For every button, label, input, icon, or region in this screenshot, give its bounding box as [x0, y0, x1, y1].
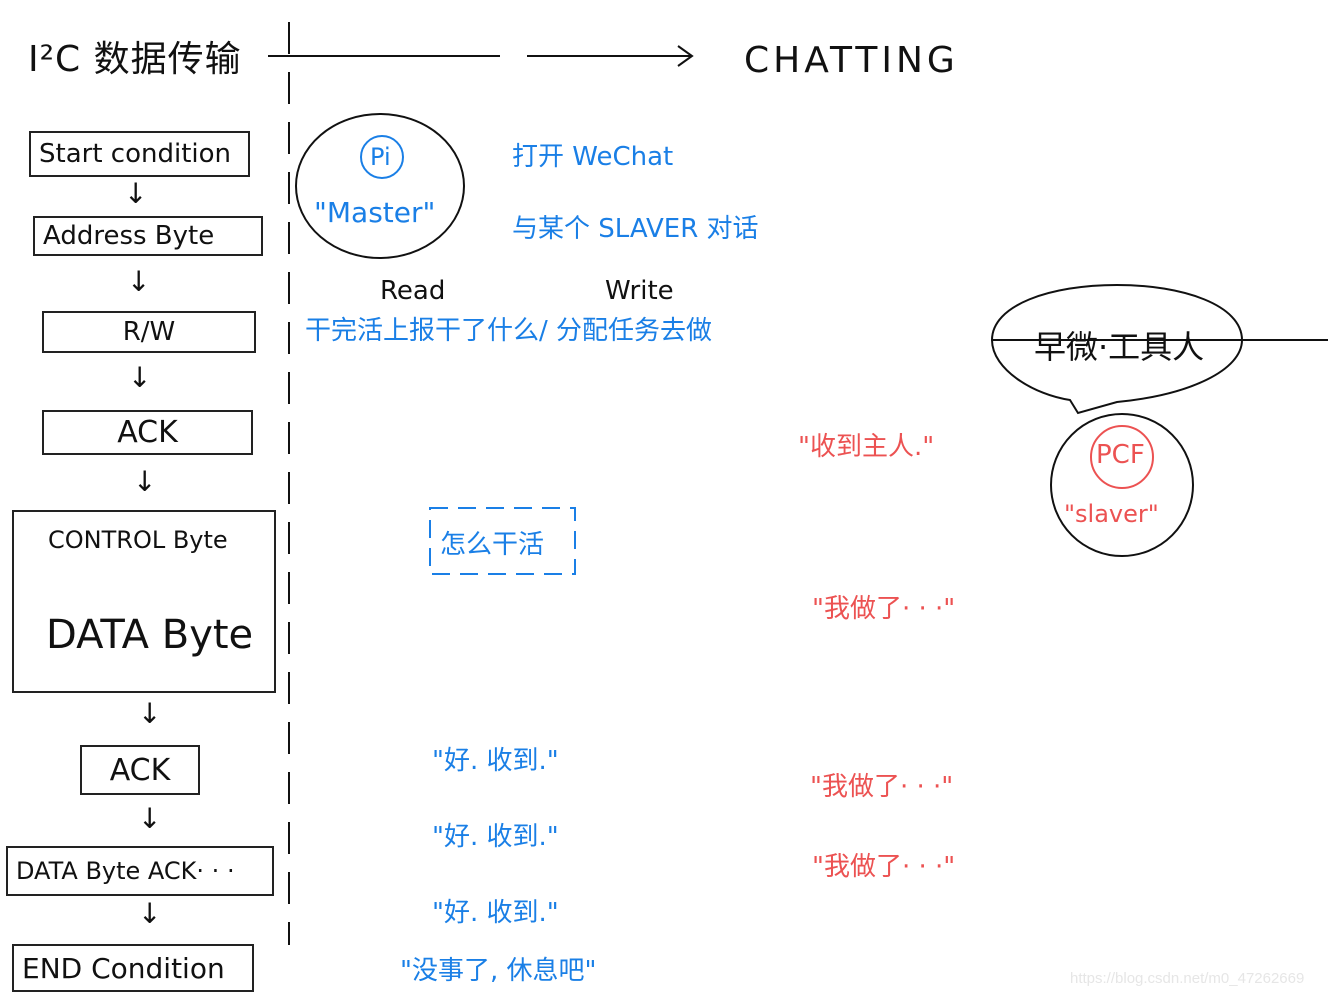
flow-step-ack-2: ACK: [80, 745, 200, 795]
down-arrow-icon: ↓: [138, 697, 162, 730]
slave-did-3: "我做了· · ·": [812, 852, 956, 882]
master-end: "没事了, 休息吧": [400, 956, 597, 986]
flow-step-start: Start condition: [29, 131, 250, 177]
down-arrow-icon: ↓: [128, 361, 152, 394]
down-arrow-icon: ↓: [124, 177, 148, 210]
rw-description: 干完活上报干了什么/ 分配任务去做: [305, 316, 713, 346]
master-ack-3: "好. 收到.": [432, 898, 559, 928]
pi-badge: Pi: [370, 143, 391, 171]
slave-did-2: "我做了· · ·": [810, 772, 954, 802]
flow-step-label: Address Byte: [43, 221, 215, 251]
chatting-title: CHATTING: [744, 40, 959, 81]
write-label: Write: [605, 276, 674, 306]
page-title: I²C 数据传输: [28, 39, 242, 80]
master-role: "Master": [314, 196, 436, 229]
slave-speech-text: 早微·工具人: [1034, 328, 1205, 366]
flow-step-data-ack-repeat: DATA Byte ACK· · ·: [6, 846, 274, 896]
slave-greeting: "收到主人.": [798, 432, 935, 462]
slave-did-1: "我做了· · ·": [812, 594, 956, 624]
master-ack-1: "好. 收到.": [432, 746, 559, 776]
down-arrow-icon: ↓: [133, 465, 157, 498]
flow-step-label: DATA Byte ACK· · ·: [16, 857, 235, 885]
control-byte-label: CONTROL Byte: [48, 526, 228, 554]
flow-step-ack: ACK: [42, 410, 253, 455]
data-byte-label: DATA Byte: [46, 612, 254, 658]
flow-step-label: Start condition: [39, 139, 231, 169]
slave-role: "slaver": [1064, 500, 1159, 528]
flow-step-label: ACK: [109, 752, 171, 788]
flow-step-rw: R/W: [42, 311, 256, 353]
down-arrow-icon: ↓: [127, 265, 151, 298]
watermark: https://blog.csdn.net/m0_47262669: [1070, 970, 1305, 987]
master-line-open-wechat: 打开 WeChat: [512, 142, 674, 172]
flow-step-end: END Condition: [12, 944, 254, 992]
flow-step-address-byte: Address Byte: [33, 216, 263, 256]
flow-step-label: R/W: [122, 317, 176, 347]
master-howto: 怎么干活: [440, 530, 545, 560]
flow-step-label: END Condition: [22, 951, 225, 985]
master-line-talk-slaver: 与某个 SLAVER 对话: [512, 214, 759, 244]
flow-step-label: ACK: [117, 415, 178, 450]
pcf-badge: PCF: [1096, 440, 1145, 470]
read-label: Read: [380, 276, 446, 306]
down-arrow-icon: ↓: [138, 897, 162, 930]
slave-circle: [1050, 413, 1194, 557]
down-arrow-icon: ↓: [138, 802, 162, 835]
master-ack-2: "好. 收到.": [432, 822, 559, 852]
